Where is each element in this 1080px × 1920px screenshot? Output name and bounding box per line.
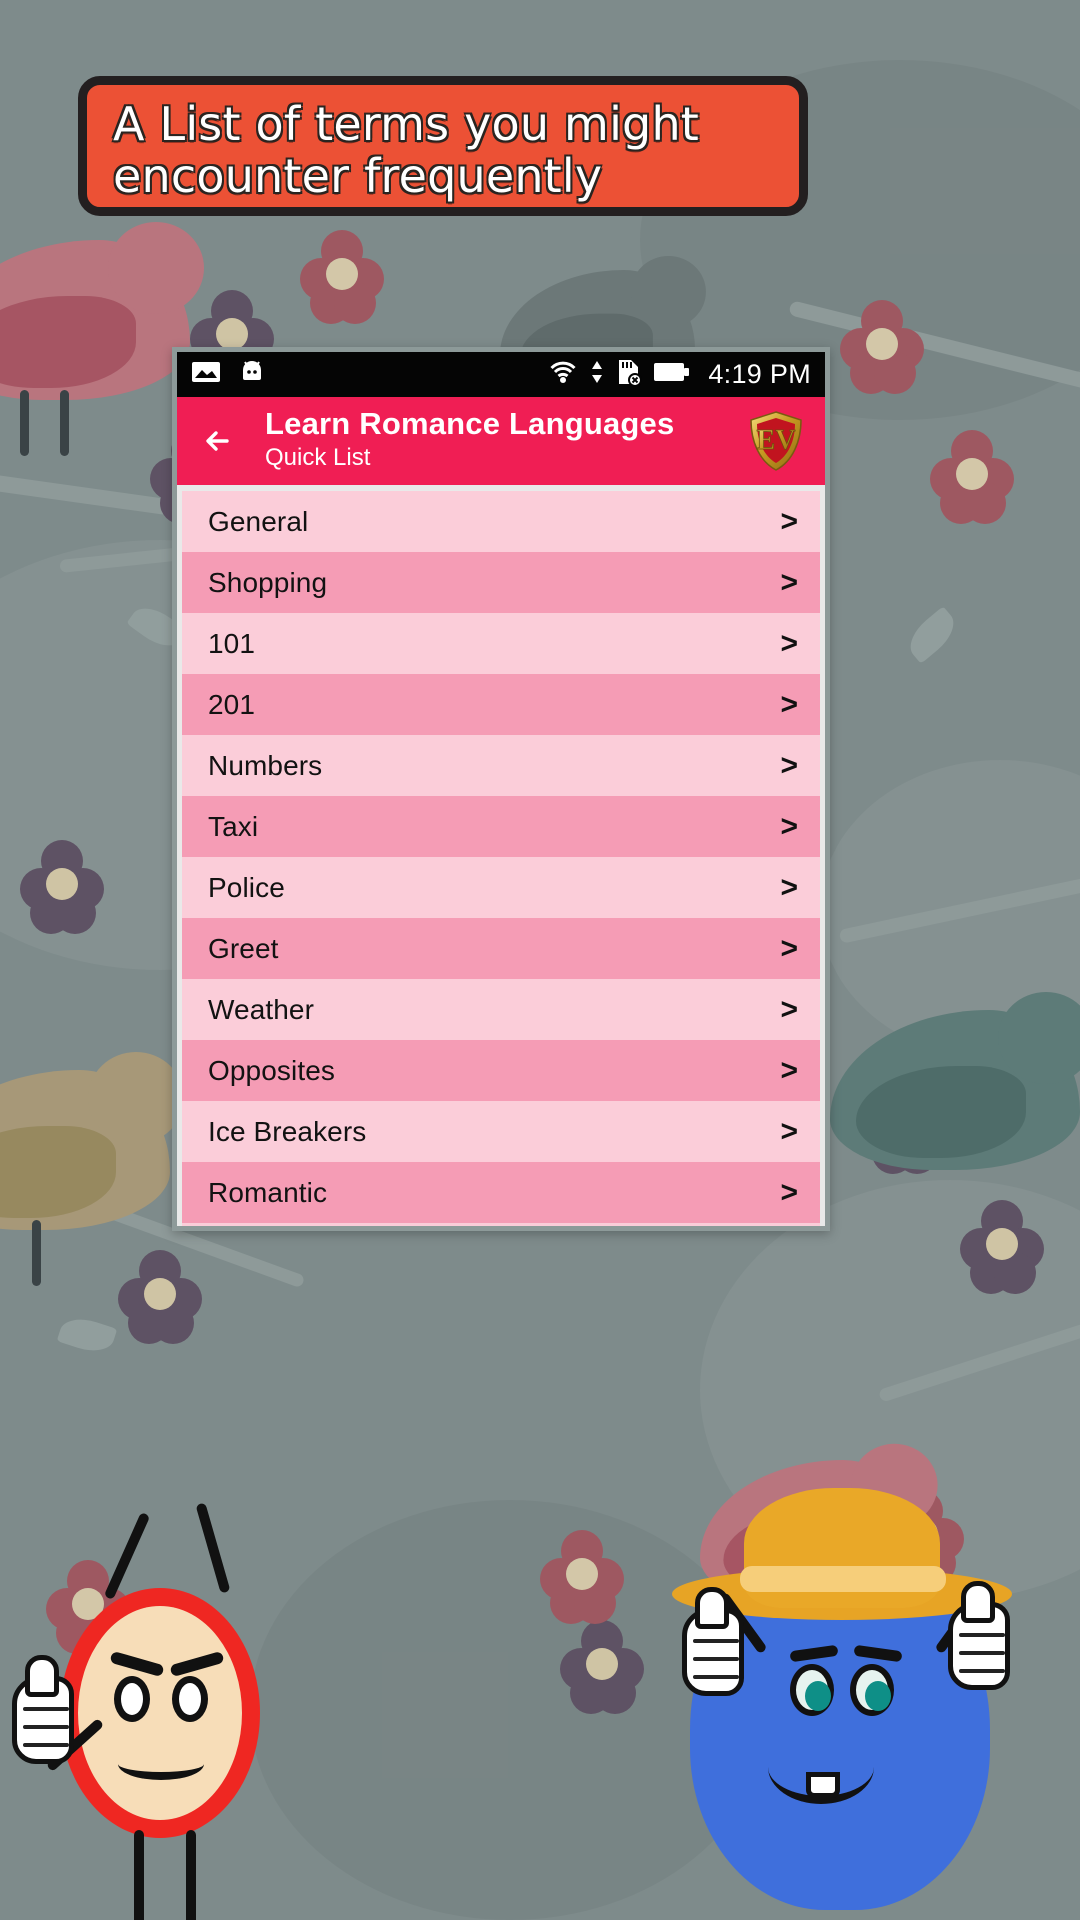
bg-flower: [560, 1620, 644, 1714]
status-bar-left-icons: [191, 359, 265, 390]
list-item[interactable]: General >: [182, 491, 820, 552]
bg-leaf: [901, 606, 963, 664]
list-item[interactable]: Police >: [182, 857, 820, 918]
chevron-right-icon: >: [780, 931, 798, 965]
list-item[interactable]: Romantic >: [182, 1162, 820, 1223]
blue-hat-mascot: [672, 1480, 1012, 1920]
list-item-label: Ice Breakers: [208, 1115, 367, 1147]
banner-line-1: A List of terms you might: [113, 97, 700, 151]
list-item-label: Taxi: [208, 810, 259, 842]
chevron-right-icon: >: [780, 626, 798, 660]
phone-screenshot: 4:19 PM Learn Romance Languages Quick Li…: [172, 347, 830, 1231]
wifi-icon: [548, 360, 578, 389]
list-item-label: Opposites: [208, 1054, 335, 1086]
list-item-label: Shopping: [208, 566, 328, 598]
list-item-label: Weather: [208, 993, 315, 1025]
back-arrow-icon[interactable]: [197, 418, 243, 464]
list-item-label: Greet: [208, 932, 279, 964]
image-icon: [191, 360, 221, 389]
list-item-label: Numbers: [208, 749, 323, 781]
page-subtitle: Quick List: [265, 444, 371, 472]
list-item[interactable]: Restaurant>: [182, 1223, 820, 1226]
chevron-right-icon: >: [780, 748, 798, 782]
list-item-label: General: [208, 505, 309, 537]
bg-flower: [118, 1250, 202, 1344]
list-item-label: Police: [208, 871, 285, 903]
bg-flower: [960, 1200, 1044, 1294]
list-item-label: 201: [208, 688, 256, 720]
app-bar-titles: Learn Romance Languages Quick List: [265, 405, 749, 475]
status-bar-time: 4:19 PM: [708, 359, 811, 389]
chevron-right-icon: >: [780, 1053, 798, 1087]
list-item[interactable]: Shopping >: [182, 552, 820, 613]
list-item[interactable]: Opposites >: [182, 1040, 820, 1101]
list-item-label: Romantic: [208, 1176, 328, 1208]
svg-text:EV: EV: [757, 425, 796, 456]
list-item[interactable]: Ice Breakers >: [182, 1101, 820, 1162]
list-item[interactable]: Greet >: [182, 918, 820, 979]
quick-list-scroll[interactable]: General > Shopping >101 >201 > Numbers > Taxi > Po…: [177, 485, 825, 1226]
bg-flower: [300, 230, 384, 324]
chevron-right-icon: >: [780, 809, 798, 843]
page-title: Learn Romance Languages: [265, 405, 675, 441]
status-bar: 4:19 PM: [177, 352, 825, 397]
quick-list: General > Shopping >101 >201 > Numbers > Taxi > Po…: [182, 491, 820, 1226]
bg-flower: [20, 840, 104, 934]
bg-flower: [540, 1530, 624, 1624]
status-bar-right-icons: 4:19 PM: [548, 358, 811, 391]
screenshot-root: A List of terms you might encounter freq…: [0, 0, 1080, 1920]
signal-updown-icon: [590, 360, 604, 389]
chevron-right-icon: >: [780, 504, 798, 538]
thumbs-up-icon: [682, 1587, 744, 1696]
list-item[interactable]: 101 >: [182, 613, 820, 674]
list-item[interactable]: Numbers >: [182, 735, 820, 796]
chevron-right-icon: >: [780, 1175, 798, 1209]
list-item[interactable]: 201 >: [182, 674, 820, 735]
thumbs-up-icon: [948, 1581, 1010, 1690]
sdcard-removed-icon: [616, 358, 643, 391]
android-head-icon: [239, 359, 265, 390]
bg-flower: [930, 430, 1014, 524]
list-item-label: 101: [208, 627, 256, 659]
ev-shield-logo[interactable]: EV: [749, 411, 803, 471]
bg-leaf: [56, 1312, 118, 1358]
app-bar: Learn Romance Languages Quick List EV: [177, 397, 825, 485]
battery-full-icon: [654, 362, 690, 387]
chevron-right-icon: >: [780, 992, 798, 1026]
chevron-right-icon: >: [780, 565, 798, 599]
banner-line-2: encounter frequently: [113, 148, 603, 203]
list-item[interactable]: Weather >: [182, 979, 820, 1040]
red-bug-mascot: [12, 1500, 360, 1920]
chevron-right-icon: >: [780, 870, 798, 904]
bg-flower: [840, 300, 924, 394]
thumbs-up-icon: [12, 1655, 74, 1764]
chevron-right-icon: >: [780, 687, 798, 721]
chevron-right-icon: >: [780, 1114, 798, 1148]
list-item[interactable]: Taxi >: [182, 796, 820, 857]
headline-banner: A List of terms you might encounter freq…: [78, 76, 808, 216]
